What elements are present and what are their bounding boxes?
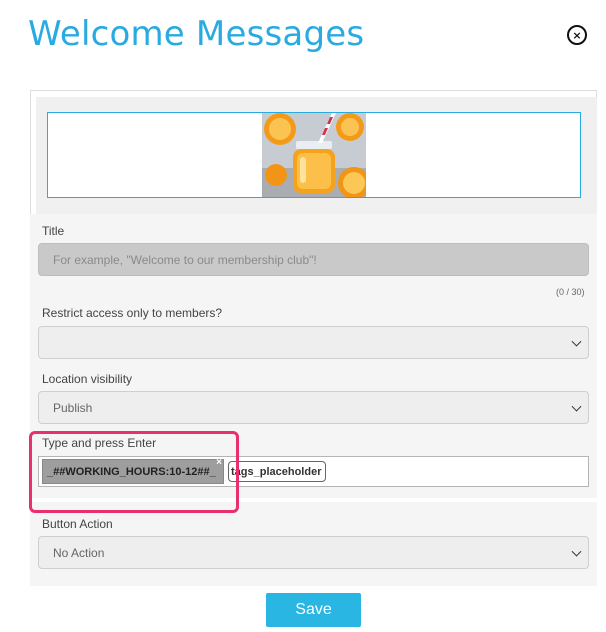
chevron-down-icon — [571, 336, 582, 347]
title-char-counter: (0 / 30) — [556, 287, 585, 297]
welcome-messages-modal: Welcome Messages × Title For example, "W… — [0, 0, 606, 632]
image-preview-frame[interactable] — [47, 112, 581, 198]
chevron-down-icon — [571, 401, 582, 412]
tag-chip: _##WORKING_HOURS:10-12##_ × — [42, 457, 224, 484]
visibility-label: Location visibility — [42, 372, 133, 386]
save-button[interactable]: Save — [266, 593, 361, 627]
title-input[interactable]: For example, "Welcome to our membership … — [38, 243, 589, 276]
tags-input[interactable]: _##WORKING_HOURS:10-12##_ × tags_placeho… — [38, 456, 589, 487]
close-icon: × — [572, 28, 582, 42]
restrict-label: Restrict access only to members? — [42, 306, 223, 320]
chevron-down-icon — [571, 546, 582, 557]
button-action-label: Button Action — [42, 517, 113, 531]
title-placeholder: For example, "Welcome to our membership … — [53, 252, 317, 267]
tag-text: _##WORKING_HOURS:10-12##_ — [47, 465, 216, 478]
button-action-value: No Action — [53, 545, 105, 560]
modal-title: Welcome Messages — [28, 14, 365, 54]
button-action-select[interactable]: No Action — [38, 536, 589, 569]
close-button[interactable]: × — [567, 25, 587, 45]
visibility-value: Publish — [53, 400, 93, 415]
title-label: Title — [42, 224, 65, 238]
tag-remove-icon[interactable]: × — [216, 457, 222, 468]
tag-entry-value: tags_placeholder — [231, 465, 322, 478]
tags-label: Type and press Enter — [42, 436, 157, 450]
juice-jar-image — [262, 113, 366, 197]
visibility-select[interactable]: Publish — [38, 391, 589, 424]
tag-entry-field[interactable]: tags_placeholder — [228, 461, 326, 482]
restrict-select[interactable] — [38, 326, 589, 359]
